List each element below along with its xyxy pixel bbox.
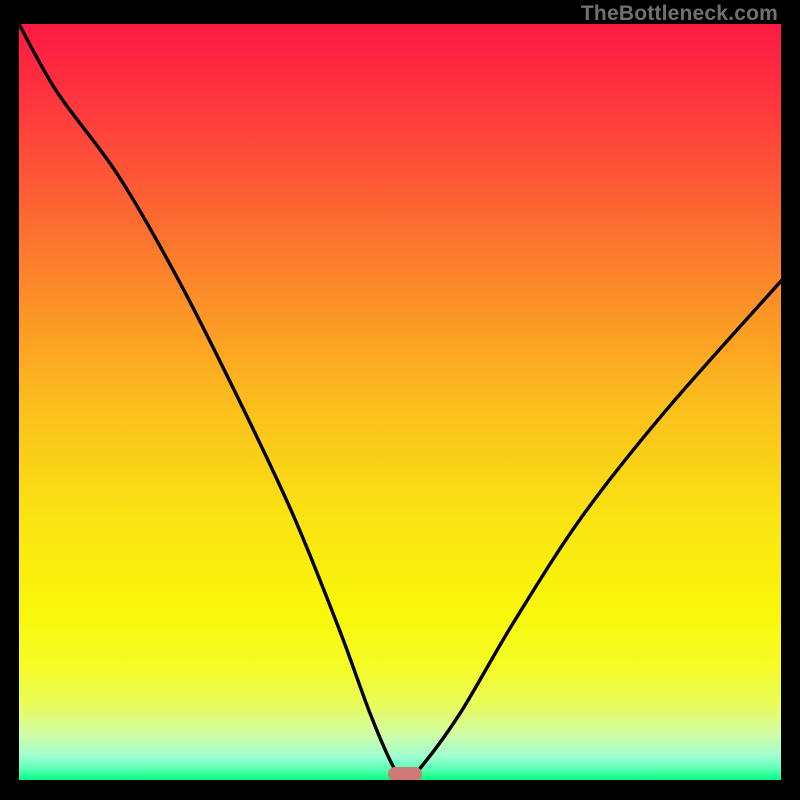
watermark-text: TheBottleneck.com [581,2,778,26]
chart-frame: TheBottleneck.com [0,0,800,800]
plot-area [19,24,781,780]
minimum-marker [388,767,422,781]
bottleneck-curve [19,24,781,780]
